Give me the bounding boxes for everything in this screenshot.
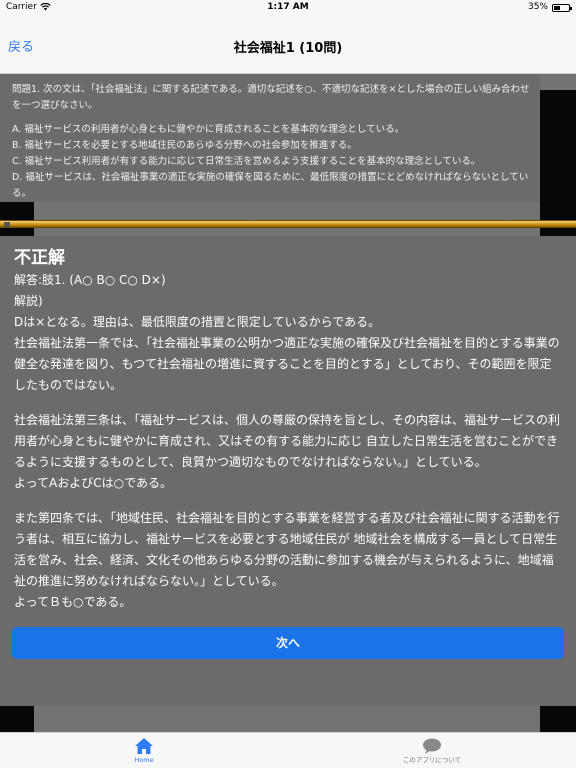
home-icon: [134, 737, 154, 755]
option-c: C. 福祉サービス利用者が有する能力に応じて日常生活を営めるよう支援することを基…: [12, 156, 481, 167]
option-a: A. 福祉サービスの利用者が心身ともに健やかに育成されることを基本的な理念として…: [12, 124, 405, 135]
tab-about-label: このアプリについて: [402, 756, 462, 764]
page-title: 社会福祉1 (10問): [233, 41, 343, 56]
speech-bubble-icon: [422, 737, 442, 755]
explanation-paragraph: Dは×となる。理由は、最低限度の措置と限定しているからである。: [14, 315, 381, 329]
tab-home[interactable]: Home: [0, 733, 288, 768]
tab-home-label: Home: [134, 756, 154, 764]
option-d: D. 福祉サービスは、社会福祉事業の適正な実施の確保を図るために、最低限度の措置…: [12, 172, 529, 199]
explanation-paragraph: 社会福祉法第三条は、「福祉サービスは、個人の尊厳の保持を旨とし、その内容は、福祉…: [14, 413, 561, 469]
result-label: 不正解: [14, 248, 65, 268]
explanation-paragraph: また第四条では、「地域住民、社会福祉を目的とする事業を経営する者及び社会福祉に関…: [14, 511, 560, 588]
correct-answer: 解答:肢1. (A○ B○ C○ D×): [14, 273, 166, 287]
option-b: B. 福祉サービスを必要とする地域住民のあらゆる分野への社会参加を推進する。: [12, 140, 357, 151]
explanation-paragraph: 社会福祉法第一条では、「社会福祉事業の公明かつ適正な実施の確保及び社会福祉を目的…: [14, 336, 560, 392]
explanation-paragraph: よってAおよびCは○である。: [14, 476, 172, 490]
clock: 1:17 AM: [267, 2, 309, 12]
tab-bar: Home このアプリについて: [0, 732, 576, 768]
question-text: 問題1. 次の文は、「社会福祉法」に関する記述である。適切な記述を○、不適切な記…: [12, 84, 530, 111]
explanation-label: 解説): [14, 294, 43, 308]
question-panel: 問題1. 次の文は、「社会福祉法」に関する記述である。適切な記述を○、不適切な記…: [0, 74, 540, 202]
explanation-paragraph: よってＢも○である。: [14, 595, 132, 609]
battery-icon: [552, 4, 572, 12]
next-button[interactable]: 次へ: [12, 627, 564, 659]
splitter-knob-icon: [4, 222, 10, 227]
battery-percent: 35%: [527, 2, 548, 12]
splitter-handle[interactable]: [0, 220, 576, 228]
navigation-bar: 戻る 社会福祉1 (10問): [0, 16, 576, 74]
tab-about[interactable]: このアプリについて: [288, 733, 576, 768]
status-bar: Carrier 1:17 AM 35%: [0, 0, 576, 16]
content-area: 問題1. 次の文は、「社会福祉法」に関する記述である。適切な記述を○、不適切な記…: [0, 74, 576, 732]
